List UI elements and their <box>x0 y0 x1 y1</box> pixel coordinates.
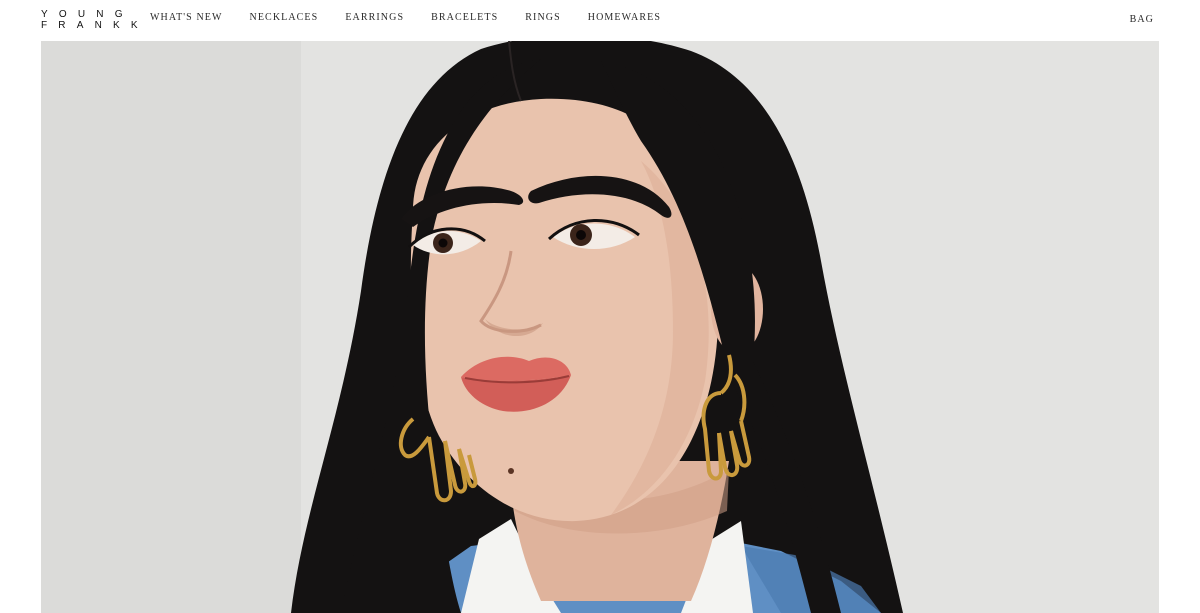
nav-item-earrings[interactable]: EARRINGS <box>345 12 404 24</box>
nav-item-bracelets[interactable]: BRACELETS <box>431 12 498 24</box>
brand-logo-line-1: YOUNG <box>41 9 134 20</box>
nav-item-necklaces[interactable]: NECKLACES <box>250 12 319 24</box>
hero-backdrop-shadow <box>41 41 301 613</box>
pupil-left <box>438 238 448 248</box>
site-header: YOUNG FRANKK WHAT'S NEW NECKLACES EARRIN… <box>0 0 1200 41</box>
brand-logo-line-2: FRANKK <box>41 20 149 31</box>
pupil-right <box>576 230 586 240</box>
nav-item-whats-new[interactable]: WHAT'S NEW <box>150 12 223 24</box>
hero-banner[interactable] <box>41 41 1159 613</box>
bag-link[interactable]: BAG <box>1130 14 1154 26</box>
nav-item-rings[interactable]: RINGS <box>525 12 561 24</box>
brand-logo[interactable]: YOUNG FRANKK <box>41 9 149 31</box>
hero-portrait-image <box>41 41 1159 613</box>
nav-item-homewares[interactable]: HOMEWARES <box>588 12 661 24</box>
beauty-mark <box>508 468 514 474</box>
main-nav: WHAT'S NEW NECKLACES EARRINGS BRACELETS … <box>150 12 661 24</box>
